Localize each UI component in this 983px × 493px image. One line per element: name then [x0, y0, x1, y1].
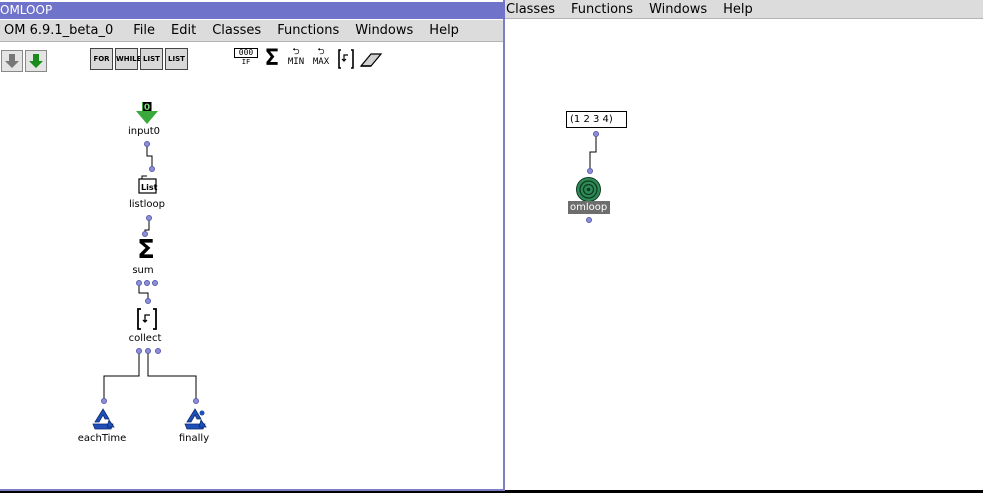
omloop-inlet[interactable]: [587, 168, 593, 174]
menu-windows[interactable]: Windows: [649, 2, 707, 17]
eraser-tool-button[interactable]: [359, 48, 383, 73]
input0-label: input0: [127, 126, 161, 137]
sum-tool-button[interactable]: Σ: [261, 48, 283, 70]
menu-om-app[interactable]: OM 6.9.1_beta_0: [4, 23, 113, 38]
list-input-box[interactable]: (1 2 3 4): [566, 111, 627, 128]
sum-outlet-1[interactable]: [136, 280, 142, 286]
collect-icon[interactable]: [136, 307, 158, 331]
finally-label: finally: [178, 433, 210, 444]
menu-help[interactable]: Help: [723, 2, 753, 17]
input0-outlet[interactable]: [144, 141, 150, 147]
sum-label: sum: [132, 265, 154, 276]
omloop-editor-window: OMLOOP OM 6.9.1_beta_0 File Edit Classes…: [0, 0, 505, 491]
eachtime-label: eachTime: [77, 433, 127, 444]
menu-file[interactable]: File: [133, 23, 155, 38]
min-arrow-icon: ⮌: [292, 47, 300, 57]
collect-inlet[interactable]: [145, 298, 151, 304]
sum-outlet-3[interactable]: [152, 280, 158, 286]
omloop-spiral-icon[interactable]: [576, 177, 601, 202]
menu-functions[interactable]: Functions: [571, 2, 633, 17]
svg-text:List: List: [141, 183, 158, 192]
menu-classes[interactable]: Classes: [506, 2, 555, 17]
listloop-label: listloop: [128, 199, 166, 210]
finally-inlet[interactable]: [193, 398, 199, 404]
arrow-down-green-icon[interactable]: [25, 50, 47, 72]
collect-outlet-3[interactable]: [155, 348, 161, 354]
eraser-icon: [359, 53, 383, 67]
for-loop-button[interactable]: FOR: [90, 48, 113, 70]
collect-tool-button[interactable]: [336, 48, 356, 73]
omloop-patch-wires: [103, 146, 197, 401]
eachtime-recycle-icon[interactable]: [90, 407, 116, 431]
collect-tool-icon: [338, 49, 354, 69]
max-tool-label: MAX: [312, 57, 330, 67]
omloop-patch-canvas[interactable]: 0 input0 List listloop Σ sum collect eac…: [0, 76, 503, 489]
editor-menubar: OM 6.9.1_beta_0 File Edit Classes Functi…: [0, 20, 503, 42]
list-loop-button[interactable]: LIST: [140, 48, 163, 70]
while-loop-button[interactable]: WHILE: [115, 48, 141, 70]
input-index: 0: [143, 103, 151, 113]
listloop-inlet[interactable]: [149, 166, 155, 172]
if-tool-icon: 000: [234, 48, 258, 58]
arrow-down-gray-icon[interactable]: [1, 50, 23, 72]
min-tool-button[interactable]: ⮌ MIN: [285, 48, 307, 68]
menu-help[interactable]: Help: [429, 23, 459, 38]
menu-functions[interactable]: Functions: [277, 23, 339, 38]
sum-outlet-2[interactable]: [144, 280, 150, 286]
editor-toolbar: FOR WHILE LIST LIST 000 IF Σ ⮌ MIN ⮌ MAX: [0, 45, 503, 75]
collect-outlet-1[interactable]: [136, 348, 142, 354]
window-title[interactable]: OMLOOP: [0, 2, 505, 19]
max-arrow-icon: ⮌: [317, 47, 325, 57]
listloop-icon[interactable]: List: [138, 175, 158, 195]
finally-recycle-icon[interactable]: [182, 407, 208, 431]
collect-outlet-2[interactable]: [145, 348, 151, 354]
menu-classes[interactable]: Classes: [212, 23, 261, 38]
menu-windows[interactable]: Windows: [355, 23, 413, 38]
list-input-value: (1 2 3 4): [570, 114, 613, 125]
omloop-box-label[interactable]: omloop: [568, 201, 610, 214]
if-tool-label: IF: [241, 58, 251, 66]
listloop-outlet[interactable]: [146, 215, 152, 221]
min-tool-label: MIN: [287, 57, 305, 67]
collect-label: collect: [128, 333, 162, 344]
list-tail-loop-button[interactable]: LIST: [165, 48, 188, 70]
menu-edit[interactable]: Edit: [171, 23, 196, 38]
input-box-outlet[interactable]: [593, 131, 599, 137]
omloop-outlet[interactable]: [586, 217, 592, 223]
eachtime-inlet[interactable]: [101, 398, 107, 404]
sum-icon[interactable]: Σ: [134, 237, 158, 263]
max-tool-button[interactable]: ⮌ MAX: [310, 48, 332, 68]
if-tool-button[interactable]: 000 IF: [234, 48, 258, 67]
